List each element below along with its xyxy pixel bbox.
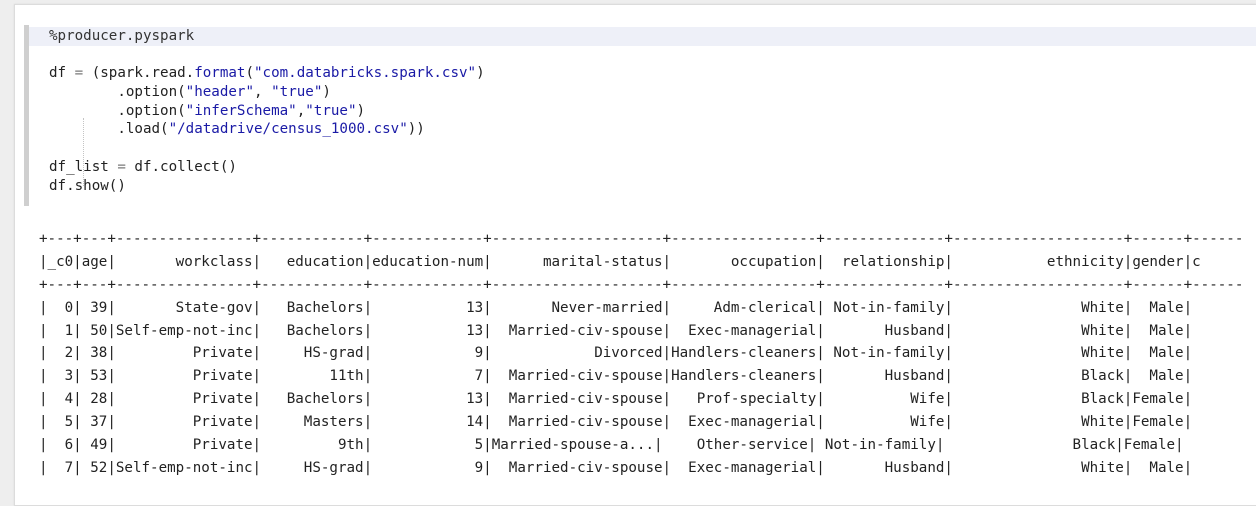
code-line-load: .load("/datadrive/census_1000.csv")): [49, 120, 485, 139]
table-row: | 1| 50|Self-emp-not-inc| Bachelors| 13|…: [39, 322, 1193, 339]
interpreter-directive: %producer.pyspark: [49, 28, 195, 44]
table-row: | 5| 37| Private| Masters| 14| Married-c…: [39, 414, 1193, 431]
code-line-read: df = (spark.read.format("com.databricks.…: [49, 64, 485, 83]
table-row: | 3| 53| Private| 11th| 7| Married-civ-s…: [39, 368, 1193, 385]
code-string: "true": [271, 84, 323, 101]
code-token: ,: [254, 84, 272, 101]
code-text[interactable]: %producer.pyspark df = (spark.read.forma…: [49, 27, 485, 195]
code-string: "header": [185, 84, 255, 101]
table-row: | 2| 38| Private| HS-grad| 9| Divorced|H…: [39, 345, 1193, 362]
code-token: (: [245, 65, 255, 82]
code-line-collect: df_list = df.collect(): [49, 158, 485, 177]
table-row: | 7| 52|Self-emp-not-inc| HS-grad| 9| Ma…: [39, 459, 1193, 476]
code-token: (spark.read.: [83, 65, 195, 82]
table-border-mid: +---+---+----------------+------------+-…: [39, 276, 1244, 293]
code-token: df.show(): [49, 177, 126, 194]
code-token: )): [407, 121, 425, 138]
table-border-top: +---+---+----------------+------------+-…: [39, 231, 1244, 247]
code-token: .option(: [49, 102, 186, 119]
code-function: format: [194, 65, 246, 82]
code-token: df_list: [49, 158, 118, 175]
code-operator: =: [117, 158, 126, 175]
output-table: +---+---+----------------+------------+-…: [39, 228, 1243, 480]
code-token: ,: [296, 102, 306, 119]
code-token: df: [49, 65, 75, 82]
code-line-show: df.show(): [49, 177, 485, 196]
code-string: "true": [305, 102, 357, 119]
code-editor[interactable]: %producer.pyspark df = (spark.read.forma…: [24, 25, 1256, 206]
code-token: ): [356, 102, 366, 119]
code-token: ): [476, 65, 485, 82]
code-string: "inferSchema": [185, 102, 297, 119]
code-token: .load(: [49, 121, 169, 138]
code-token: .option(: [49, 84, 186, 101]
table-row: | 0| 39| State-gov| Bachelors| 13| Never…: [39, 299, 1193, 316]
code-string: "com.databricks.spark.csv": [254, 65, 477, 82]
table-row: | 4| 28| Private| Bachelors| 13| Married…: [39, 391, 1193, 408]
table-row: | 6| 49| Private| 9th| 5|Married-spouse-…: [39, 437, 1184, 454]
code-line-infer-option: .option("inferSchema","true"): [49, 102, 485, 121]
code-token: df.collect(): [125, 158, 237, 175]
code-token: ): [322, 84, 331, 101]
code-operator: =: [74, 65, 84, 82]
code-line-magic: %producer.pyspark: [49, 27, 485, 46]
code-string: "/datadrive/census_1000.csv": [168, 121, 408, 138]
code-line-header-option: .option("header", "true"): [49, 83, 485, 102]
table-header: |_c0|age| workclass| education|education…: [39, 253, 1201, 270]
